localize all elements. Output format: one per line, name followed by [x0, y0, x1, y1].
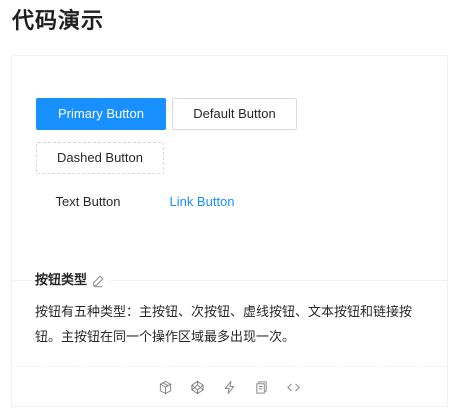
link-button[interactable]: Link Button — [150, 186, 254, 218]
stackblitz-icon[interactable] — [222, 379, 238, 395]
copy-icon[interactable] — [254, 379, 270, 395]
page-title: 代码演示 — [12, 9, 105, 34]
demo-area: Primary Button Default Button Dashed But… — [12, 56, 447, 281]
codesandbox-icon[interactable] — [158, 379, 174, 395]
text-button[interactable]: Text Button — [36, 186, 140, 218]
codepen-icon[interactable] — [190, 379, 206, 395]
code-box: Primary Button Default Button Dashed But… — [11, 55, 448, 407]
meta-title-text: 按钮类型 — [35, 273, 88, 288]
edit-icon[interactable] — [91, 274, 105, 288]
primary-button[interactable]: Primary Button — [36, 98, 166, 130]
expand-code-icon[interactable] — [286, 379, 302, 395]
code-box-actions — [12, 366, 447, 407]
default-button[interactable]: Default Button — [172, 98, 297, 130]
dashed-button[interactable]: Dashed Button — [36, 142, 164, 174]
meta-description: 按钮有五种类型：主按钮、次按钮、虚线按钮、文本按钮和链接按钮。主按钮在同一个操作… — [35, 305, 413, 345]
meta-title: 按钮类型 — [35, 272, 112, 290]
